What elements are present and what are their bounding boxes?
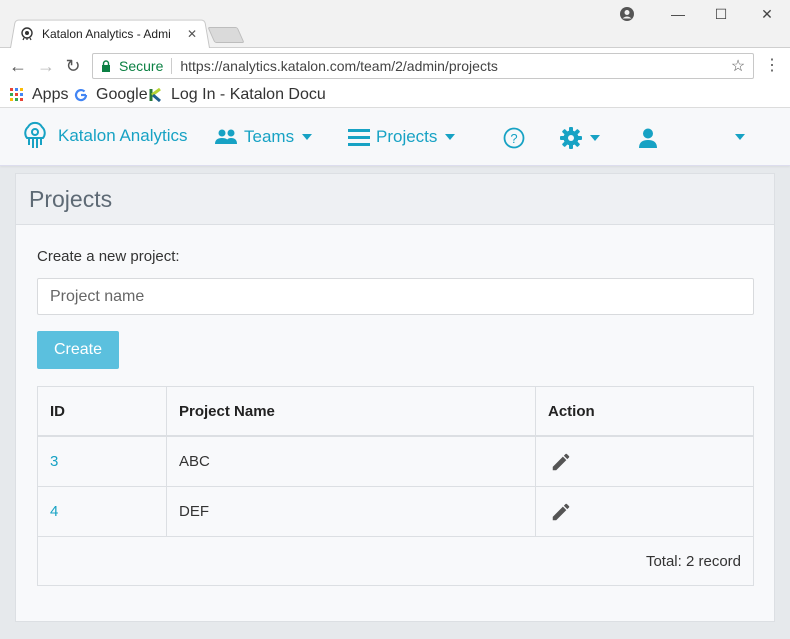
bookmark-katalon-docs[interactable]: Log In - Katalon Docu [149, 86, 326, 104]
user-icon [639, 128, 657, 148]
browser-tab-content[interactable]: Katalon Analytics - Admi ✕ [20, 22, 200, 46]
bookmark-label: Log In - Katalon Docu [171, 86, 326, 103]
account-dropdown[interactable] [735, 134, 745, 140]
close-window-icon[interactable]: ✕ [757, 6, 777, 23]
projects-table: ID Project Name Action 3 ABC 4 DEF Total… [37, 386, 754, 586]
project-name-cell: DEF [167, 487, 536, 536]
project-name-input[interactable] [37, 278, 754, 315]
column-header-id: ID [38, 387, 167, 435]
browser-menu-icon[interactable]: ⋮ [764, 55, 780, 77]
help-question-icon: ? [503, 127, 525, 149]
teams-menu[interactable]: Teams [214, 125, 313, 149]
bookmark-label: Google [96, 86, 148, 103]
katalon-brain-logo-icon [24, 121, 46, 148]
gear-icon [560, 127, 582, 149]
katalon-favicon-icon [21, 27, 33, 41]
panel-heading: Projects [16, 174, 774, 225]
project-id-cell: 3 [38, 437, 167, 486]
secure-label: Secure [119, 58, 164, 74]
project-id-link[interactable]: 4 [50, 503, 58, 520]
project-id-cell: 4 [38, 487, 167, 536]
project-id-link[interactable]: 3 [50, 453, 58, 470]
tab-title: Katalon Analytics - Admi [42, 27, 171, 41]
secure-indicator[interactable]: Secure [93, 58, 163, 74]
column-header-action: Action [548, 402, 595, 420]
katalon-k-icon [149, 88, 161, 102]
caret-down-icon [445, 134, 456, 140]
bookmark-google[interactable]: Google [74, 86, 148, 104]
create-button[interactable]: Create [37, 331, 119, 369]
user-menu[interactable] [638, 128, 658, 148]
project-name-cell: ABC [167, 437, 536, 486]
svg-text:?: ? [510, 131, 517, 146]
bookmark-apps[interactable]: Apps [10, 86, 68, 104]
edit-pencil-icon[interactable] [550, 501, 572, 523]
hamburger-list-icon [348, 129, 370, 146]
action-cell [536, 487, 753, 536]
brand-link[interactable]: Katalon Analytics [20, 121, 187, 151]
total-records-text: Total: 2 record [645, 552, 741, 570]
users-group-icon [215, 129, 237, 144]
help-button[interactable]: ? [503, 127, 525, 149]
table-row: 4 DEF [38, 487, 753, 537]
lock-icon [102, 60, 110, 72]
back-arrow-icon[interactable]: ← [8, 56, 28, 76]
forward-arrow-icon[interactable]: → [36, 56, 56, 76]
caret-down-icon [735, 134, 745, 140]
tab-close-icon[interactable]: ✕ [184, 27, 200, 41]
bookmark-label: Apps [32, 86, 69, 103]
edit-pencil-icon[interactable] [550, 451, 572, 473]
create-project-label: Create a new project: [37, 248, 180, 265]
minimize-window-icon[interactable]: — [668, 6, 688, 22]
address-separator [171, 58, 173, 74]
apps-grid-icon [10, 88, 23, 101]
column-header-project-name: Project Name [167, 387, 536, 435]
action-cell [536, 437, 753, 486]
caret-down-icon [302, 134, 313, 140]
table-header-row: ID Project Name Action [38, 387, 753, 437]
table-row: 3 ABC [38, 437, 753, 487]
caret-down-icon [590, 135, 600, 141]
projects-panel: Projects Create a new project: Create ID… [15, 173, 775, 622]
url-text[interactable]: https://analytics.katalon.com/team/2/adm… [180, 58, 729, 74]
address-bar[interactable]: Secure https://analytics.katalon.com/tea… [92, 53, 754, 79]
bookmark-star-icon[interactable]: ☆ [729, 56, 747, 76]
projects-label: Projects [376, 127, 438, 146]
reload-icon[interactable]: ↻ [63, 56, 83, 76]
profile-account-icon[interactable] [620, 7, 634, 21]
table-footer: Total: 2 record [38, 537, 753, 585]
google-g-icon [74, 88, 88, 102]
page-title: Projects [29, 185, 113, 212]
teams-label: Teams [244, 127, 295, 146]
projects-menu[interactable]: Projects [348, 125, 456, 149]
settings-menu[interactable] [560, 127, 600, 149]
brand-name: Katalon Analytics [58, 126, 188, 145]
maximize-window-icon[interactable]: ☐ [711, 6, 731, 23]
